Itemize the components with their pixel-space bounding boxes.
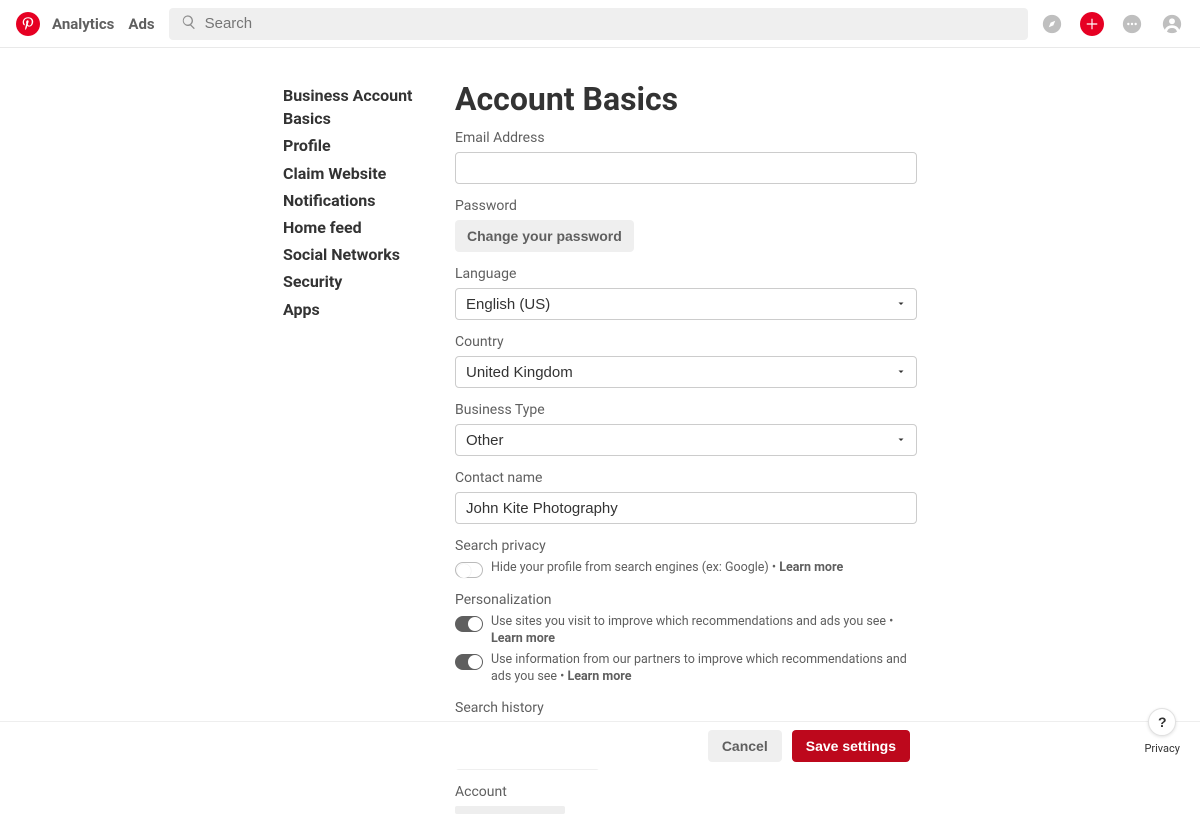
change-password-button[interactable]: Change your password <box>455 220 634 252</box>
nav-analytics[interactable]: Analytics <box>52 15 114 33</box>
profile-icon[interactable] <box>1160 12 1184 36</box>
language-select[interactable] <box>455 288 917 320</box>
learn-more-link[interactable]: Learn more <box>491 631 555 646</box>
sidebar-item-notifications[interactable]: Notifications <box>283 189 423 212</box>
search-icon <box>181 14 205 34</box>
learn-more-link[interactable]: Learn more <box>779 560 843 575</box>
sidebar-item-business-account[interactable]: Business Account Basics <box>283 84 423 130</box>
country-value[interactable] <box>455 356 917 388</box>
cancel-button[interactable]: Cancel <box>708 730 782 762</box>
searchpriv-text: Hide your profile from search engines (e… <box>491 560 843 577</box>
nav-ads[interactable]: Ads <box>128 15 154 33</box>
sidebar-item-apps[interactable]: Apps <box>283 298 423 321</box>
top-header: Analytics Ads <box>0 0 1200 48</box>
help-area: ? Privacy <box>1144 708 1180 755</box>
sidebar-item-social-networks[interactable]: Social Networks <box>283 243 423 266</box>
personal-label: Personalization <box>455 592 917 608</box>
email-input[interactable] <box>455 152 917 184</box>
country-select[interactable] <box>455 356 917 388</box>
content: Account Basics Email Address Password Ch… <box>455 80 917 814</box>
email-label: Email Address <box>455 130 917 146</box>
biztype-label: Business Type <box>455 402 917 418</box>
account-label: Account <box>455 784 917 800</box>
biztype-value[interactable] <box>455 424 917 456</box>
account-placeholder <box>455 806 565 814</box>
footer-bar: Cancel Save settings <box>0 721 1200 769</box>
searchpriv-toggle[interactable] <box>455 562 483 578</box>
password-label: Password <box>455 198 917 214</box>
personal-toggle-2[interactable] <box>455 654 483 670</box>
sh-label: Search history <box>455 700 917 716</box>
add-icon[interactable] <box>1080 12 1104 36</box>
sidebar-item-profile[interactable]: Profile <box>283 134 423 157</box>
sidebar-item-home-feed[interactable]: Home feed <box>283 216 423 239</box>
header-icons <box>1040 12 1184 36</box>
sidebar-item-security[interactable]: Security <box>283 270 423 293</box>
personal-text-2: Use information from our partners to imp… <box>491 652 917 686</box>
sidebar-item-claim-website[interactable]: Claim Website <box>283 162 423 185</box>
language-label: Language <box>455 266 917 282</box>
pinterest-logo-icon[interactable] <box>16 12 40 36</box>
privacy-link[interactable]: Privacy <box>1144 742 1180 755</box>
searchpriv-label: Search privacy <box>455 538 917 554</box>
save-button[interactable]: Save settings <box>792 730 910 762</box>
help-button[interactable]: ? <box>1148 708 1176 736</box>
personal-text-1: Use sites you visit to improve which rec… <box>491 614 917 648</box>
language-value[interactable] <box>455 288 917 320</box>
settings-sidebar: Business Account Basics Profile Claim We… <box>283 80 423 814</box>
contact-label: Contact name <box>455 470 917 486</box>
biztype-select[interactable] <box>455 424 917 456</box>
learn-more-link[interactable]: Learn more <box>567 669 631 684</box>
search-bar[interactable] <box>169 8 1028 40</box>
main-area: Business Account Basics Profile Claim We… <box>0 48 1200 814</box>
page-title: Account Basics <box>455 80 917 118</box>
contact-input[interactable] <box>455 492 917 524</box>
chat-icon[interactable] <box>1120 12 1144 36</box>
personal-toggle-1[interactable] <box>455 616 483 632</box>
search-input[interactable] <box>205 15 1016 32</box>
compass-icon[interactable] <box>1040 12 1064 36</box>
country-label: Country <box>455 334 917 350</box>
